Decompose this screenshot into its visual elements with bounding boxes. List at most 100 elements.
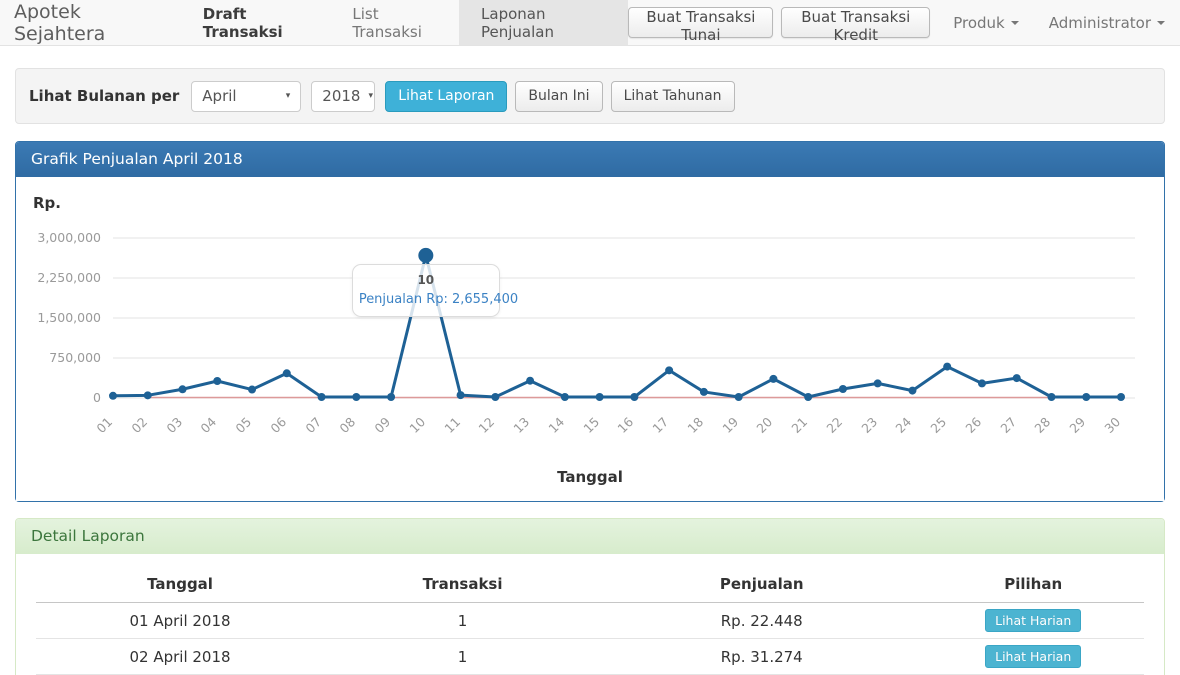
buat-transaksi-kredit-button[interactable]: Buat Transaksi Kredit	[781, 7, 930, 38]
x-tick-label: 10	[392, 414, 428, 450]
x-tick-label: 20	[740, 414, 776, 450]
x-tick-label: 12	[462, 414, 498, 450]
col-header-transaksi: Transaksi	[324, 566, 601, 603]
produk-dropdown[interactable]: Produk	[938, 14, 1034, 32]
bulan-ini-button[interactable]: Bulan Ini	[515, 81, 602, 112]
data-point[interactable]	[630, 393, 638, 401]
tooltip-day: 10	[359, 273, 493, 287]
detail-panel: Detail Laporan Tanggal Transaksi Penjual…	[15, 518, 1165, 675]
x-tick-label: 18	[670, 414, 706, 450]
x-tick-label: 23	[844, 414, 880, 450]
x-tick-label: 07	[288, 414, 324, 450]
x-tick-label: 25	[913, 414, 949, 450]
x-tick-label: 30	[1087, 414, 1123, 450]
data-point[interactable]	[561, 393, 569, 401]
data-point[interactable]	[318, 393, 326, 401]
data-point[interactable]	[1047, 393, 1055, 401]
administrator-dropdown[interactable]: Administrator	[1034, 14, 1180, 32]
chart-tooltip: 10 Penjualan Rp: 2,655,400	[352, 264, 500, 317]
x-axis-title: Tanggal	[31, 468, 1149, 486]
data-point-highlighted[interactable]	[418, 248, 433, 263]
lihat-harian-button[interactable]: Lihat Harian	[985, 645, 1081, 668]
x-tick-label: 28	[1018, 414, 1054, 450]
x-tick-label: 04	[184, 414, 220, 450]
lihat-tahunan-button[interactable]: Lihat Tahunan	[611, 81, 735, 112]
data-point[interactable]	[491, 393, 499, 401]
data-point[interactable]	[908, 387, 916, 395]
chart-panel: Grafik Penjualan April 2018 Rp. 10 Penju…	[15, 141, 1165, 502]
buat-transaksi-tunai-button[interactable]: Buat Transaksi Tunai	[628, 7, 773, 38]
data-point[interactable]	[769, 375, 777, 383]
x-tick-label: 08	[323, 414, 359, 450]
x-tick-label: 15	[566, 414, 602, 450]
detail-panel-body: Tanggal Transaksi Penjualan Pilihan 01 A…	[16, 554, 1164, 675]
x-tick-label: 19	[705, 414, 741, 450]
col-header-penjualan: Penjualan	[601, 566, 922, 603]
detail-table: Tanggal Transaksi Penjualan Pilihan 01 A…	[36, 566, 1144, 675]
cell-pilihan: Lihat Harian	[922, 639, 1144, 675]
x-tick-label: 06	[253, 414, 289, 450]
filter-bar: Lihat Bulanan per April ▾ 2018 ▾ Lihat L…	[15, 68, 1165, 124]
data-point[interactable]	[144, 391, 152, 399]
y-tick-label: 1,500,000	[31, 310, 101, 325]
chart-canvas	[31, 216, 1149, 416]
lihat-laporan-button[interactable]: Lihat Laporan	[385, 81, 507, 112]
year-select[interactable]: 2018 ▾	[311, 81, 375, 112]
data-point[interactable]	[526, 377, 534, 385]
cell-tanggal: 01 April 2018	[36, 603, 324, 639]
x-tick-label: 17	[635, 414, 671, 450]
chart-panel-body: Rp. 10 Penjualan Rp: 2,655,400 3,000,000…	[16, 177, 1164, 501]
data-point[interactable]	[179, 385, 187, 393]
x-tick-label: 21	[774, 414, 810, 450]
tooltip-value: Penjualan Rp: 2,655,400	[359, 292, 493, 307]
data-point[interactable]	[1082, 393, 1090, 401]
detail-table-header-row: Tanggal Transaksi Penjualan Pilihan	[36, 566, 1144, 603]
data-point[interactable]	[1117, 393, 1125, 401]
y-axis-title: Rp.	[33, 194, 1149, 212]
x-tick-label: 02	[114, 414, 150, 450]
data-point[interactable]	[735, 393, 743, 401]
month-select[interactable]: April ▾	[191, 81, 301, 112]
x-tick-label: 24	[879, 414, 915, 450]
caret-down-icon	[1157, 21, 1165, 25]
cell-transaksi: 1	[324, 603, 601, 639]
data-point[interactable]	[457, 391, 465, 399]
nav-item-list-transaksi[interactable]: List Transaksi	[334, 0, 459, 45]
penjualan-series-line	[113, 255, 1121, 397]
x-tick-label: 09	[357, 414, 393, 450]
y-tick-label: 750,000	[31, 350, 101, 365]
data-point[interactable]	[352, 393, 360, 401]
administrator-dropdown-label: Administrator	[1049, 14, 1151, 32]
select-caret-icon: ▾	[368, 91, 373, 101]
x-tick-label: 01	[79, 414, 115, 450]
col-header-pilihan: Pilihan	[922, 566, 1144, 603]
data-point[interactable]	[283, 369, 291, 377]
data-point[interactable]	[248, 386, 256, 394]
lihat-harian-button[interactable]: Lihat Harian	[985, 609, 1081, 632]
data-point[interactable]	[700, 388, 708, 396]
data-point[interactable]	[109, 392, 117, 400]
x-tick-label: 14	[531, 414, 567, 450]
year-select-value: 2018	[322, 87, 360, 105]
data-point[interactable]	[839, 385, 847, 393]
data-point[interactable]	[387, 393, 395, 401]
data-point[interactable]	[596, 393, 604, 401]
nav-item-laporan-penjualan[interactable]: Laponan Penjualan	[459, 0, 628, 45]
data-point[interactable]	[978, 379, 986, 387]
table-row: 01 April 20181Rp. 22.448Lihat Harian	[36, 603, 1144, 639]
data-point[interactable]	[213, 377, 221, 385]
x-tick-label: 27	[983, 414, 1019, 450]
caret-down-icon	[1011, 21, 1019, 25]
sales-line-chart[interactable]: 10 Penjualan Rp: 2,655,400 3,000,0002,25…	[31, 216, 1149, 456]
nav-item-draft-transaksi[interactable]: Draft Transaksi	[185, 0, 335, 45]
data-point[interactable]	[665, 366, 673, 374]
table-row: 02 April 20181Rp. 31.274Lihat Harian	[36, 639, 1144, 675]
select-caret-icon: ▾	[286, 91, 291, 101]
data-point[interactable]	[874, 379, 882, 387]
data-point[interactable]	[804, 393, 812, 401]
brand[interactable]: Apotek Sejahtera	[0, 0, 173, 45]
x-tick-label: 11	[427, 414, 463, 450]
data-point[interactable]	[1013, 374, 1021, 382]
data-point[interactable]	[943, 363, 951, 371]
navbar-right: Buat Transaksi Tunai Buat Transaksi Kred…	[628, 0, 1180, 45]
